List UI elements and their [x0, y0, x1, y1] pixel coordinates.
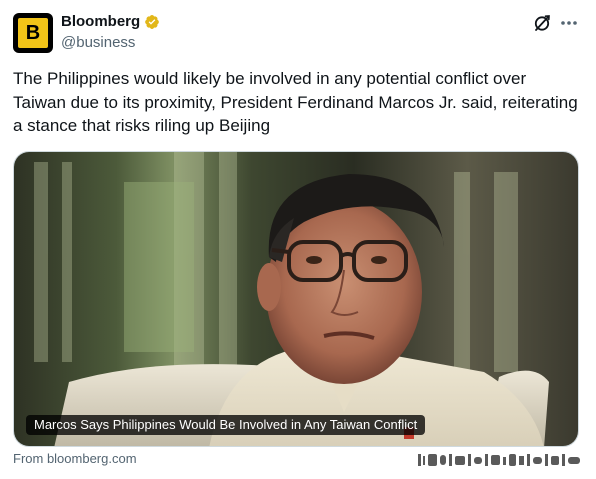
avatar-logo: B	[18, 18, 48, 48]
more-options-icon[interactable]	[559, 13, 579, 33]
link-card-title: Marcos Says Philippines Would Be Involve…	[26, 415, 426, 435]
author-display-name[interactable]: Bloomberg	[61, 12, 140, 32]
author-handle[interactable]: @business	[61, 33, 135, 53]
grok-icon[interactable]	[532, 13, 552, 33]
avatar[interactable]: B	[13, 13, 53, 53]
author-name-row: Bloomberg	[61, 12, 160, 32]
watermark-logo	[418, 454, 580, 466]
tweet-card[interactable]: B Bloomberg @business The Philippines wo…	[0, 0, 596, 479]
link-source[interactable]: From bloomberg.com	[13, 451, 137, 467]
tweet-text: The Philippines would likely be involved…	[13, 69, 578, 135]
article-photo[interactable]	[14, 152, 579, 447]
verified-badge-icon	[145, 15, 160, 29]
link-card[interactable]: Marcos Says Philippines Would Be Involve…	[13, 151, 579, 447]
